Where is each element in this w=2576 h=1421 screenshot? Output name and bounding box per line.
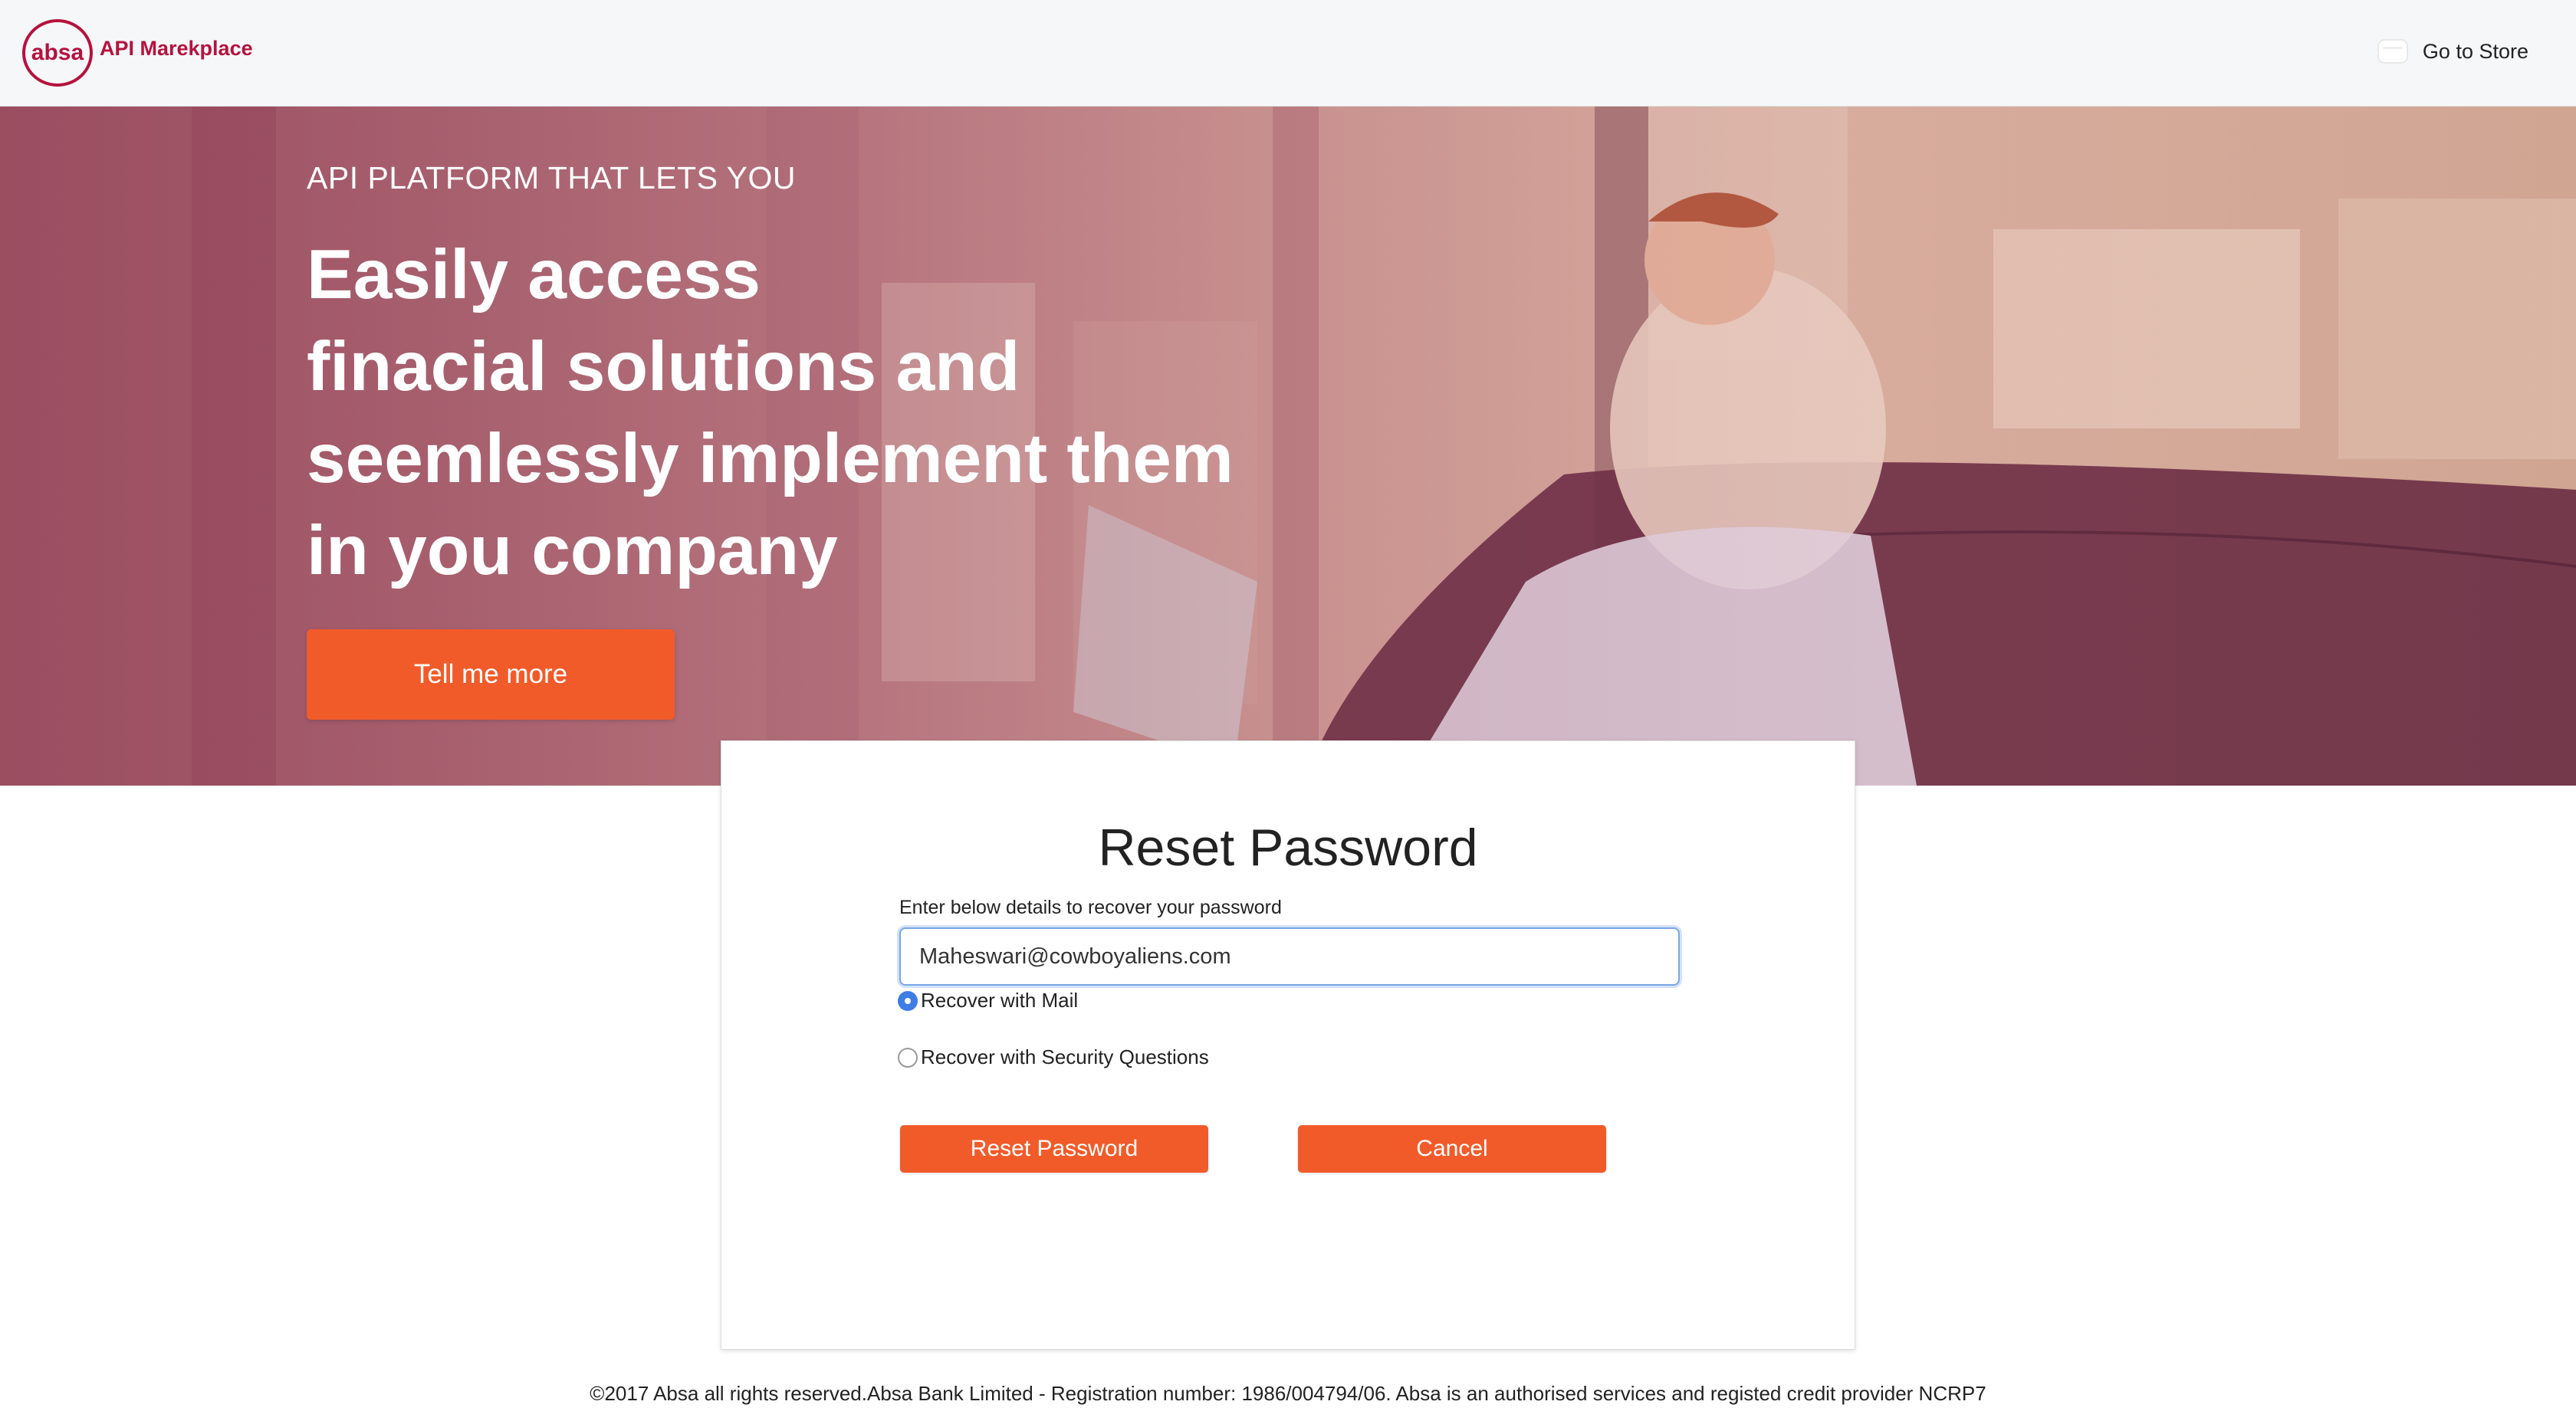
reset-password-subtitle: Enter below details to recover your pass… [899,897,1282,918]
brand-name[interactable]: API Marekplace [100,37,253,61]
go-to-store-label: Go to Store [2422,39,2528,63]
recover-with-security-questions-option[interactable]: Recover with Security Questions [898,1045,1209,1069]
hero-headline-line: finacial solutions and [307,328,1020,405]
store-icon [2377,39,2408,64]
absa-logo-text: absa [31,40,84,65]
top-navbar: absa API Marekplace Go to Store [0,0,2576,107]
reset-password-card: Reset Password Enter below details to re… [721,740,1855,1350]
hero-headline: Easily access finacial solutions and see… [307,229,1303,597]
go-to-store-link[interactable]: Go to Store [2377,38,2528,64]
recover-with-security-questions-label: Recover with Security Questions [921,1045,1209,1068]
recover-with-mail-radio[interactable] [898,990,918,1011]
reset-password-button[interactable]: Reset Password [900,1125,1208,1173]
tell-me-more-button[interactable]: Tell me more [307,629,675,720]
recover-with-security-questions-radio[interactable] [898,1047,918,1068]
hero-headline-line: in you company [307,512,838,589]
reset-password-title: Reset Password [1098,819,1478,877]
hero-headline-line: seemlessly implement them [307,420,1234,497]
footer-copyright: ©2017 Absa all rights reserved.Absa Bank… [590,1382,1986,1405]
cancel-button[interactable]: Cancel [1298,1125,1606,1173]
recover-with-mail-label: Recover with Mail [921,989,1079,1012]
hero-kicker: API PLATFORM THAT LETS YOU [307,160,797,195]
hero-banner: API PLATFORM THAT LETS YOU Easily access… [0,107,2576,786]
email-field[interactable] [899,927,1680,986]
absa-logo[interactable]: absa [21,18,94,87]
hero-headline-line: Easily access [307,236,761,313]
recover-with-mail-option[interactable]: Recover with Mail [898,989,1078,1012]
